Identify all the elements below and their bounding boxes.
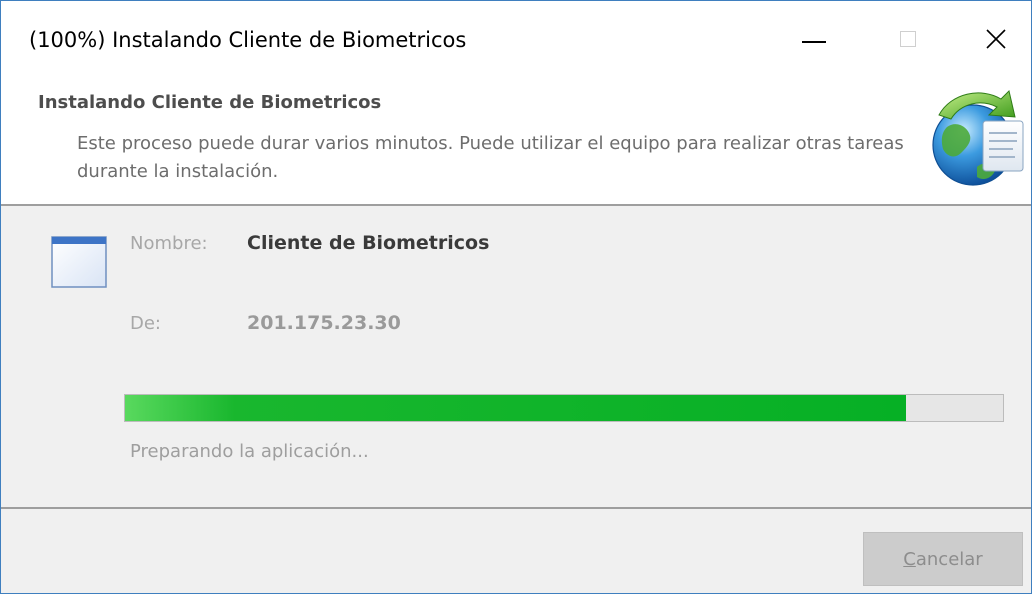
- maximize-button[interactable]: [876, 11, 940, 67]
- window-title: (100%) Instalando Cliente de Biometricos: [29, 28, 467, 52]
- header-description: Este proceso puede durar varios minutos.…: [77, 133, 904, 182]
- progress-status: Preparando la aplicación...: [130, 441, 369, 462]
- installer-window: (100%) Instalando Cliente de Biometricos…: [0, 0, 1032, 594]
- install-progress-bar: [124, 394, 1004, 422]
- cancel-button[interactable]: Cancelar: [863, 532, 1023, 586]
- close-button[interactable]: [964, 11, 1028, 67]
- name-value: Cliente de Biometricos: [247, 232, 490, 254]
- minimize-icon: [802, 41, 826, 43]
- footer-bar: Cancelar: [1, 509, 1031, 593]
- cancel-accelerator: C: [903, 548, 916, 570]
- globe-install-icon: [932, 90, 1024, 186]
- progress-fill: [125, 395, 907, 421]
- cancel-label-rest: ancelar: [915, 548, 983, 570]
- name-label: Nombre:: [130, 233, 208, 254]
- from-value: 201.175.23.30: [247, 312, 401, 334]
- install-details: Nombre: Cliente de Biometricos De: 201.1…: [1, 206, 1031, 507]
- minimize-button[interactable]: [782, 11, 846, 67]
- application-window-icon: [51, 236, 107, 288]
- install-header: Instalando Cliente de Biometricos Este p…: [1, 81, 1031, 205]
- header-title: Instalando Cliente de Biometricos: [38, 92, 382, 113]
- from-label: De:: [130, 313, 161, 334]
- close-icon: [986, 29, 1006, 49]
- title-bar[interactable]: (100%) Instalando Cliente de Biometricos: [1, 1, 1031, 81]
- maximize-icon: [900, 31, 916, 47]
